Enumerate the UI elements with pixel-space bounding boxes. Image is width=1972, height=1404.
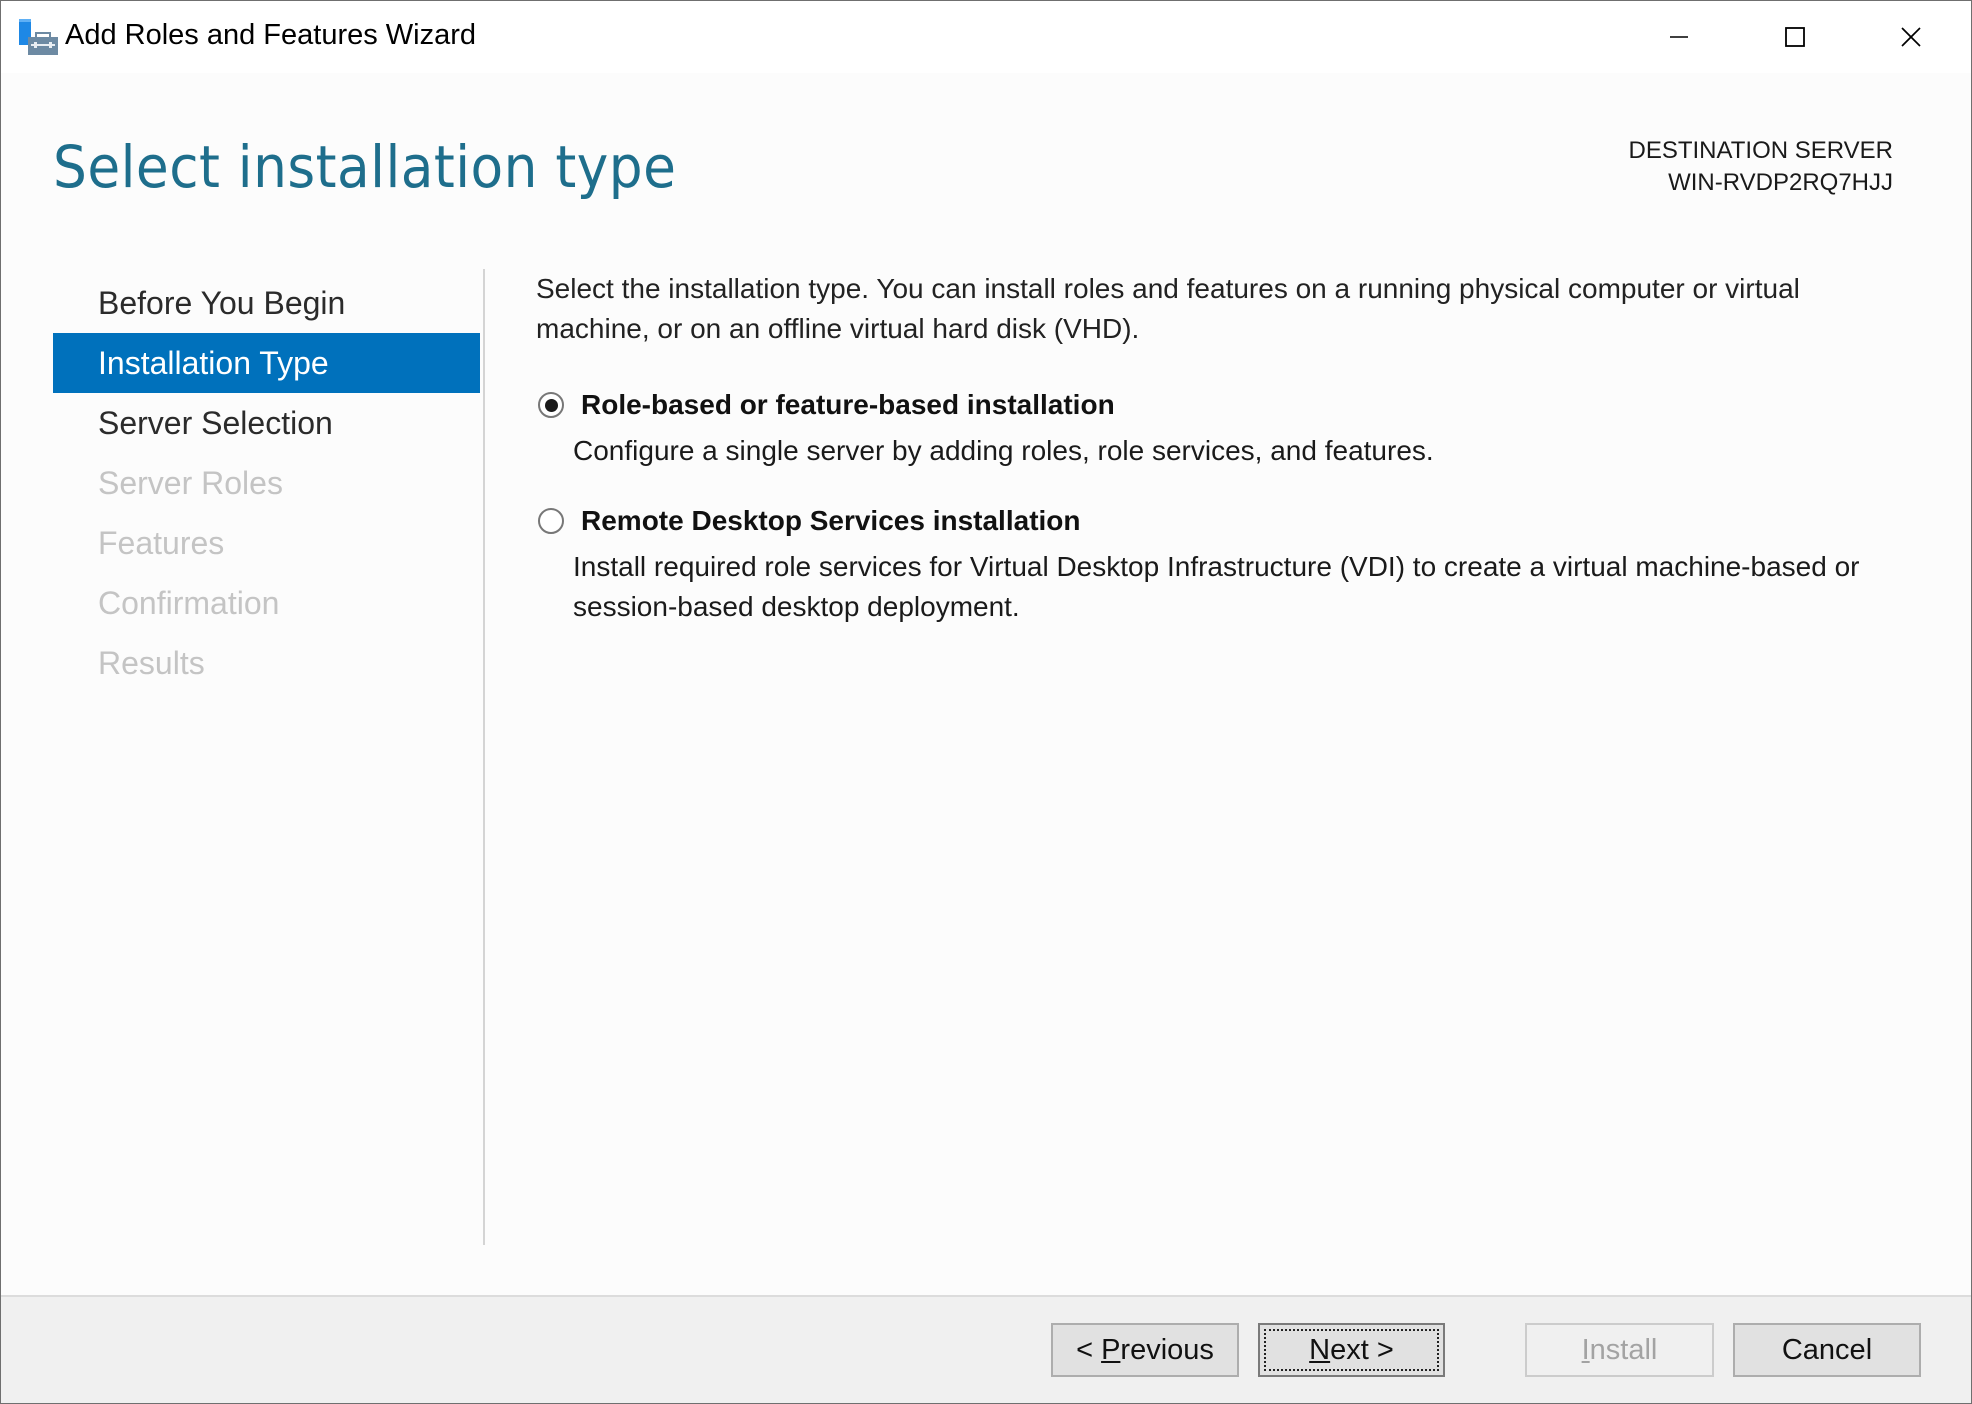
page-title: Select installation type bbox=[53, 133, 677, 201]
close-icon bbox=[1901, 27, 1921, 47]
step-installation-type[interactable]: Installation Type bbox=[53, 333, 480, 393]
role-based-label[interactable]: Role-based or feature-based installation bbox=[581, 389, 1115, 421]
maximize-button[interactable] bbox=[1737, 1, 1853, 73]
previous-button[interactable]: < Previous bbox=[1051, 1323, 1239, 1377]
previous-rest: revious bbox=[1120, 1333, 1214, 1366]
previous-prefix: < bbox=[1076, 1333, 1102, 1366]
install-rest: nstall bbox=[1589, 1333, 1658, 1366]
radio-selected-dot bbox=[544, 398, 558, 412]
focus-rectangle bbox=[1264, 1329, 1439, 1371]
window-title: Add Roles and Features Wizard bbox=[65, 19, 477, 51]
destination-server-label: DESTINATION SERVER bbox=[1628, 137, 1894, 164]
next-button[interactable]: Next > bbox=[1258, 1323, 1445, 1377]
remote-desktop-radio-row[interactable]: Remote Desktop Services installation bbox=[536, 501, 1916, 541]
wizard-steps-nav: Before You Begin Installation Type Serve… bbox=[53, 273, 480, 693]
footer-button-bar: < Previous Next > Install Cancel bbox=[1, 1295, 1971, 1403]
remote-desktop-description: Install required role services for Virtu… bbox=[573, 551, 1860, 622]
minimize-button[interactable] bbox=[1621, 1, 1737, 73]
destination-server-info: DESTINATION SERVER WIN-RVDP2RQ7HJJ bbox=[1629, 135, 1894, 199]
intro-text: Select the installation type. You can in… bbox=[536, 273, 1800, 344]
step-server-selection[interactable]: Server Selection bbox=[53, 393, 480, 453]
server-manager-toolbox-icon bbox=[19, 19, 59, 59]
sidebar-divider bbox=[483, 269, 485, 1245]
install-accel: I bbox=[1581, 1333, 1590, 1366]
role-based-description: Configure a single server by adding role… bbox=[573, 435, 1434, 466]
option-remote-desktop: Remote Desktop Services installation Ins… bbox=[536, 501, 1916, 627]
maximize-icon bbox=[1785, 27, 1805, 47]
destination-server-name: WIN-RVDP2RQ7HJJ bbox=[1668, 169, 1893, 196]
install-button: Install bbox=[1525, 1323, 1714, 1377]
role-based-radio-row[interactable]: Role-based or feature-based installation bbox=[536, 385, 1916, 425]
wizard-window: Add Roles and Features Wizard Select ins… bbox=[0, 0, 1972, 1404]
step-confirmation: Confirmation bbox=[98, 585, 280, 621]
step-before-you-begin[interactable]: Before You Begin bbox=[53, 273, 480, 333]
close-button[interactable] bbox=[1853, 1, 1969, 73]
remote-desktop-label[interactable]: Remote Desktop Services installation bbox=[581, 505, 1081, 537]
title-bar: Add Roles and Features Wizard bbox=[1, 1, 1971, 73]
minimize-icon bbox=[1670, 36, 1688, 38]
step-results: Results bbox=[98, 645, 205, 681]
cancel-button[interactable]: Cancel bbox=[1733, 1323, 1921, 1377]
remote-desktop-radio[interactable] bbox=[538, 508, 564, 534]
main-content: Select the installation type. You can in… bbox=[536, 269, 1916, 627]
step-features: Features bbox=[98, 525, 225, 561]
option-role-based: Role-based or feature-based installation… bbox=[536, 385, 1916, 471]
role-based-radio[interactable] bbox=[538, 392, 564, 418]
previous-accel: P bbox=[1101, 1333, 1121, 1366]
step-server-roles: Server Roles bbox=[98, 465, 283, 501]
